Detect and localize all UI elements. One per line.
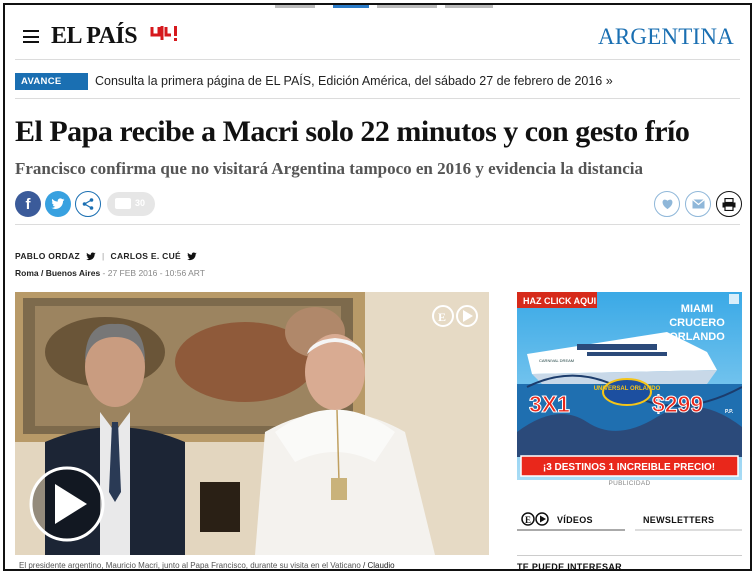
logo-mark-icon	[150, 24, 178, 48]
svg-text:E: E	[525, 515, 531, 525]
tab-newsletters[interactable]: NEWSLETTERS	[635, 507, 742, 531]
edition-selector[interactable]: ARGENTINA	[598, 24, 734, 50]
article-dateline: Roma / Buenos Aires - 27 FEB 2016 - 10:5…	[15, 268, 205, 278]
site-header: EL PAÍS ARGENTINA	[5, 13, 750, 59]
ad-click-label: HAZ CLICK AQUI	[523, 296, 596, 306]
ad-slogan: ¡3 DESTINOS 1 INCREIBLE PRECIO!	[543, 462, 715, 473]
comments-count: 30	[135, 198, 146, 208]
author-twitter-icon[interactable]	[187, 252, 197, 263]
social-divider	[15, 224, 740, 225]
heart-icon	[662, 199, 672, 210]
save-favorite-button[interactable]	[654, 191, 680, 217]
facebook-icon: f	[25, 195, 31, 213]
twitter-share-button[interactable]	[45, 191, 71, 217]
ad-ship-name: CARNIVAL DREAM	[539, 358, 574, 363]
svg-text:E: E	[438, 310, 446, 324]
dateline-place: Roma / Buenos Aires	[15, 268, 101, 278]
site-logo[interactable]: EL PAÍS	[51, 23, 138, 50]
social-bar: f 30	[15, 191, 745, 217]
cruise-ad-banner[interactable]: HAZ CLICK AQUI MIAMI CRUCERO ORLANDO CAR…	[517, 292, 742, 480]
comment-bubble-icon	[115, 198, 131, 209]
ad-line-2: CRUCERO	[669, 317, 725, 329]
article-photo[interactable]: E	[15, 292, 489, 555]
caption-text: El presidente argentino, Mauricio Macri,…	[19, 561, 361, 570]
print-button[interactable]	[716, 191, 742, 217]
ad-label: PUBLICIDAD	[608, 480, 651, 487]
photo-caption: El presidente argentino, Mauricio Macri,…	[19, 561, 395, 570]
mail-icon	[691, 199, 705, 209]
author-link[interactable]: CARLOS E. CUÉ	[111, 251, 182, 261]
article-headline: El Papa recibe a Macri solo 22 minutos y…	[15, 115, 690, 148]
videos-logo-icon: E	[521, 512, 549, 526]
facebook-share-button[interactable]: f	[15, 191, 41, 217]
author-link[interactable]: PABLO ORDAZ	[15, 251, 80, 261]
avance-link[interactable]: Consulta la primera página de EL PAÍS, E…	[95, 74, 613, 88]
printer-icon	[722, 197, 736, 211]
avance-bar[interactable]: AVANCE Consulta la primera página de EL …	[15, 71, 735, 93]
avance-divider	[15, 98, 740, 99]
dateline-timezone: ART	[188, 268, 205, 278]
sidebar-tabs: E VÍDEOS NEWSLETTERS	[517, 507, 742, 533]
ad-line-1: MIAMI	[681, 303, 713, 315]
share-icon	[82, 198, 94, 210]
tab-newsletters-label: NEWSLETTERS	[643, 515, 715, 525]
author-twitter-icon[interactable]	[86, 252, 96, 263]
header-divider	[15, 59, 740, 60]
article-subhead: Francisco confirma que no visitará Argen…	[15, 159, 644, 178]
avance-badge: AVANCE	[15, 73, 88, 90]
twitter-icon	[51, 198, 65, 210]
share-button[interactable]	[75, 191, 101, 217]
dateline-date: - 27 FEB 2016 - 10:56	[100, 268, 189, 278]
comments-button[interactable]: 30	[107, 192, 155, 216]
ad-price: $299	[652, 391, 703, 417]
ad-offer: 3X1	[529, 391, 570, 417]
top-nav-strip	[5, 5, 750, 11]
tab-videos[interactable]: E VÍDEOS	[517, 507, 625, 531]
email-share-button[interactable]	[685, 191, 711, 217]
te-puede-interesar-heading: TE PUEDE INTERESAR	[517, 555, 742, 569]
article-bylines: PABLO ORDAZ | CARLOS E. CUÉ	[15, 251, 197, 263]
page-frame: EL PAÍS ARGENTINA AVANCE Consulta la pri…	[3, 3, 752, 571]
tab-videos-label: VÍDEOS	[557, 515, 593, 525]
ad-price-suffix: P.P.	[725, 409, 734, 415]
ad-badge-text: UNIVERSAL ORLANDO	[594, 386, 661, 392]
caption-credit: / Claudio	[363, 561, 395, 570]
menu-icon[interactable]	[23, 30, 39, 43]
